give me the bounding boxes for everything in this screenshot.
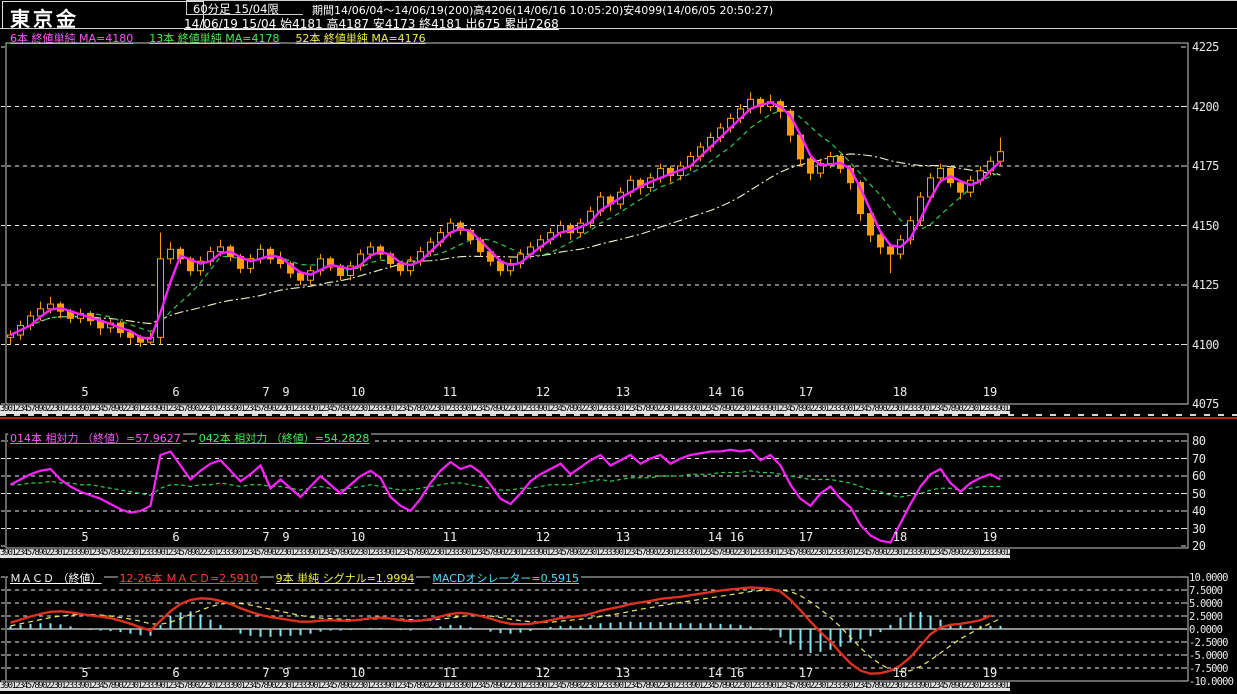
time-axis-strip-rsi: 3901234578902230123339012345789022301233… [0,549,1010,558]
rsi-plot-area[interactable] [6,434,1188,548]
x-axis-day-label: 9 [282,530,290,544]
axis-tick-label: 0.0000 [1189,624,1223,636]
x-axis-day-label: 9 [282,666,290,680]
axis-tick-label: 30 [1192,521,1206,536]
macd-oscillator-label[interactable]: MACDオシレーター=0.5915 [430,572,582,585]
axis-tick-label: 60 [1192,469,1206,483]
x-axis-day-label: 14 [707,530,723,544]
axis-tick-label: -7.5000 [1189,663,1228,675]
axis-tick-label: 4125 [1192,278,1219,292]
x-axis-day-label: 18 [892,530,908,544]
x-axis-day-label: 10 [350,530,366,544]
x-axis-day-label: 9 [282,385,290,399]
time-axis-strip-macd: 3901234578902230123339012345789022301233… [0,682,1010,691]
x-axis-day-label: 17 [798,385,814,399]
panel-separator-red-line [0,417,1237,419]
x-axis-day-label: 10 [350,385,366,399]
x-axis-day-label: 10 [350,666,366,680]
x-axis-day-label: 14 [707,666,723,680]
axis-tick-label: 50 [1192,486,1206,501]
axis-tick-label: 4100 [1192,337,1219,352]
time-axis-strip-price: 3901234578902230123339012345789022301233… [0,405,1010,414]
x-axis-day-label: 18 [892,385,908,399]
x-axis-day-label: 5 [81,666,89,680]
axis-tick-label: -10.0000 [1189,676,1234,688]
x-axis-day-label: 5 [81,385,89,399]
x-axis-day-label: 13 [615,385,631,399]
x-axis-day-label: 18 [892,666,908,680]
axis-tick-label: -2.5000 [1189,637,1228,649]
header-separator-line [0,28,1237,29]
header-top-line [186,0,1237,1]
rsi-legend-14[interactable]: 014本 相対力 （終値）=57.9627 [8,432,183,445]
x-axis-day-label: 12 [535,530,551,544]
axis-tick-label: 10.0000 [1189,572,1228,584]
rsi-legend-42[interactable]: 042本 相対力 （終値）=54.2828 [196,432,372,445]
macd-signal-label[interactable]: 9本 単純 シグナル=1.9994 [273,572,417,585]
macd-value-label[interactable]: 12-26本 ＭＡＣＤ=2.5910 [117,572,260,585]
axis-tick-label: -5.0000 [1189,650,1228,662]
x-axis-day-label: 6 [172,530,180,544]
macd-title-label: ＭＡＣＤ （終値） [8,572,104,585]
x-axis-day-label: 19 [982,530,998,544]
macd-plot-area[interactable] [6,577,1188,681]
x-axis-day-label: 17 [798,666,814,680]
x-axis-day-label: 16 [729,530,745,544]
axis-tick-label: 70 [1192,451,1206,466]
x-axis-day-label: 16 [729,666,745,680]
x-axis-day-label: 11 [442,666,458,680]
axis-tick-label: 5.0000 [1189,598,1223,610]
x-axis-day-label: 7 [262,666,270,680]
x-axis-day-label: 12 [535,666,551,680]
axis-tick-label: 4175 [1192,159,1219,173]
price-chart-plot-area[interactable] [6,43,1188,404]
rsi-header-row: 014本 相対力 （終値）=57.9627 042本 相対力 （終値）=54.28… [8,430,385,446]
x-axis-day-label: 16 [729,385,745,399]
x-axis-day-label: 12 [535,385,551,399]
axis-tick-label: 4200 [1192,99,1219,114]
x-axis-day-label: 5 [81,530,89,544]
axis-tick-label: 40 [1192,504,1206,518]
x-axis-day-label: 11 [442,530,458,544]
axis-tick-label: 20 [1192,539,1206,553]
x-axis-day-label: 13 [615,530,631,544]
x-axis-day-label: 14 [707,385,723,399]
axis-tick-label: 7.5000 [1189,585,1223,597]
chart-terminal-window: 東京金 60分足 15/04限 期間14/06/04～14/06/19(200)… [0,0,1237,694]
x-axis-day-label: 6 [172,385,180,399]
tick-dash-row [0,414,1237,416]
x-axis-day-label: 19 [982,666,998,680]
axis-tick-label: 4075 [1192,397,1219,411]
x-axis-day-label: 19 [982,385,998,399]
x-axis-day-label: 17 [798,530,814,544]
axis-tick-label: 80 [1192,434,1206,448]
x-axis-day-label: 7 [262,385,270,399]
axis-tick-label: 2.5000 [1189,611,1223,623]
axis-tick-label: 4150 [1192,218,1219,233]
x-axis-day-label: 13 [615,666,631,680]
x-axis-day-label: 11 [442,385,458,399]
x-axis-day-label: 7 [262,530,270,544]
x-axis-day-label: 6 [172,666,180,680]
macd-header-row: ＭＡＣＤ （終値） 12-26本 ＭＡＣＤ=2.5910 9本 単純 シグナル=1.… [8,570,595,586]
axis-tick-label: 4225 [1192,40,1219,54]
